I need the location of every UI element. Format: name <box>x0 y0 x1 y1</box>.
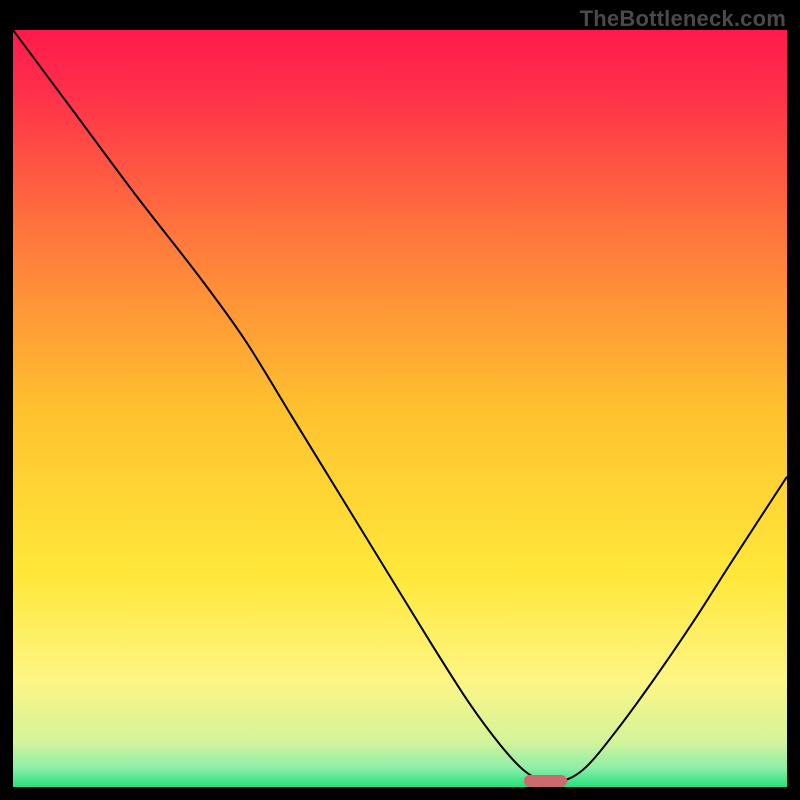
optimal-marker <box>524 775 567 787</box>
chart-frame: TheBottleneck.com <box>0 0 800 800</box>
bottleneck-chart-svg <box>13 30 787 787</box>
plot-area <box>13 30 787 787</box>
watermark-text: TheBottleneck.com <box>580 6 786 32</box>
gradient-background <box>13 30 787 787</box>
